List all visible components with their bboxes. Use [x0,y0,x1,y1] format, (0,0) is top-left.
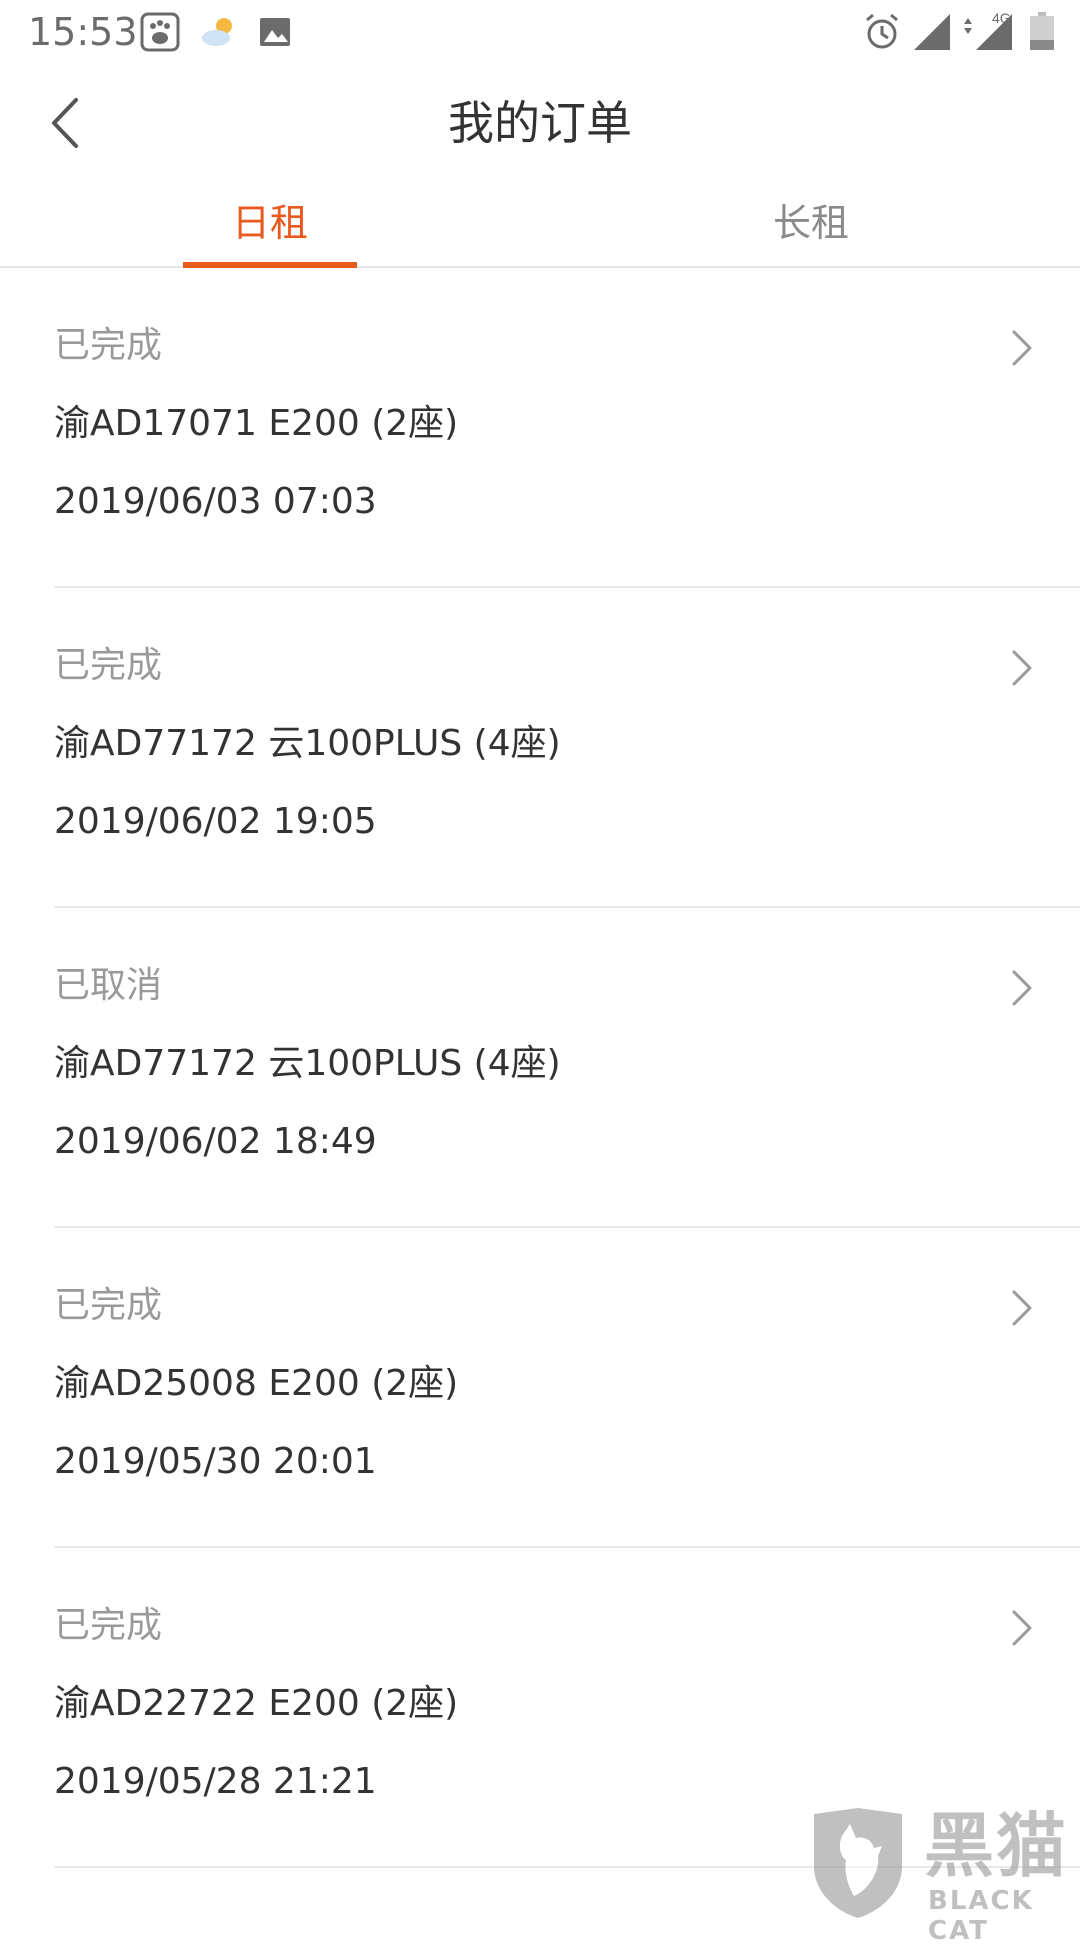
order-time: 2019/05/28 21:21 [54,1761,377,1802]
watermark-text-cn: 黑猫 [924,1805,1068,1887]
page-title: 我的订单 [448,96,632,150]
order-time: 2019/06/02 19:05 [54,801,377,842]
blackcat-watermark: 黑猫 BLACK CAT [808,1805,1080,1946]
order-car: 渝AD17071 E200 (2座) [54,403,459,444]
order-status: 已完成 [54,1285,163,1326]
order-item[interactable]: 已完成 渝AD17071 E200 (2座) 2019/06/03 07:03 [54,268,1080,588]
signal-icon [914,14,950,50]
chevron-right-icon [1012,650,1032,686]
battery-icon [1030,12,1054,50]
tab-bar: 日租 长租 [0,186,1080,268]
order-status: 已完成 [54,325,163,366]
gallery-icon [260,18,290,46]
chevron-right-icon [1012,1610,1032,1646]
order-item[interactable]: 已取消 渝AD77172 云100PLUS (4座) 2019/06/02 18… [54,908,1080,1228]
tab-daily-rental[interactable]: 日租 [183,186,357,268]
status-time: 15:53 [28,10,138,54]
alarm-icon [866,13,898,49]
order-status: 已完成 [54,645,163,686]
order-list: 已完成 渝AD17071 E200 (2座) 2019/06/03 07:03 … [0,268,1080,1868]
order-item[interactable]: 已完成 渝AD77172 云100PLUS (4座) 2019/06/02 19… [54,588,1080,908]
order-status: 已取消 [54,965,163,1006]
baidu-icon [140,12,180,52]
order-car: 渝AD25008 E200 (2座) [54,1363,459,1404]
weather-icon [202,18,232,46]
order-car: 渝AD77172 云100PLUS (4座) [54,1043,561,1084]
order-time: 2019/06/03 07:03 [54,481,377,522]
chevron-right-icon [1012,330,1032,366]
order-car: 渝AD22722 E200 (2座) [54,1683,459,1724]
header: 我的订单 [0,64,1080,182]
order-car: 渝AD77172 云100PLUS (4座) [54,723,561,764]
order-time: 2019/05/30 20:01 [54,1441,377,1482]
order-time: 2019/06/02 18:49 [54,1121,377,1162]
cat-shield-icon [814,1808,902,1918]
network-label: 4G [992,10,1011,26]
chevron-right-icon [1012,970,1032,1006]
watermark-text-en: BLACK CAT [928,1886,1034,1946]
tab-long-term-rental[interactable]: 长租 [724,186,898,266]
chevron-right-icon [1012,1290,1032,1326]
order-status: 已完成 [54,1605,163,1646]
order-item[interactable]: 已完成 渝AD25008 E200 (2座) 2019/05/30 20:01 [54,1228,1080,1548]
status-bar: 15:53 4G [0,0,1080,64]
